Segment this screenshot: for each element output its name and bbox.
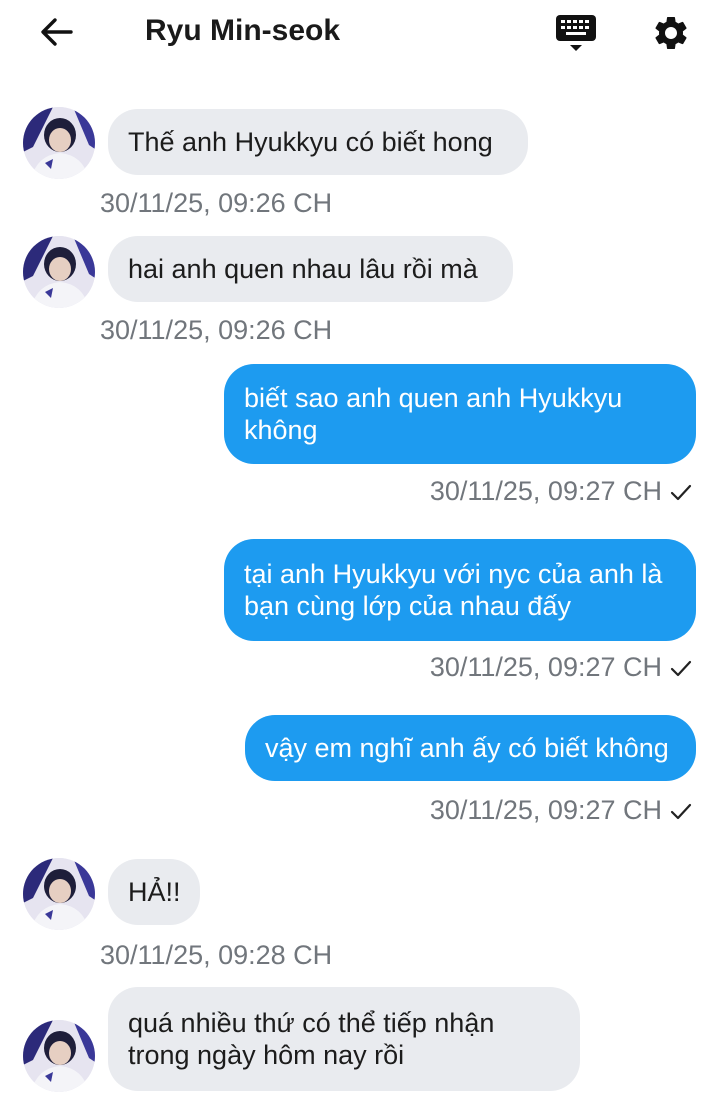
message-bubble-incoming[interactable]: quá nhiều thứ có thể tiếp nhận trong ngà… bbox=[108, 987, 580, 1091]
keyboard-button[interactable] bbox=[552, 10, 600, 56]
checkmark-icon bbox=[670, 803, 692, 819]
message-text-line: biết sao anh quen anh Hyukkyu bbox=[244, 383, 623, 413]
message-text: vậy em nghĩ anh ấy có biết không bbox=[265, 733, 669, 763]
arrow-left-icon bbox=[41, 18, 73, 46]
message-bubble-outgoing[interactable]: tại anh Hyukkyu với nyc của anh là bạn c… bbox=[224, 539, 696, 641]
keyboard-icon bbox=[556, 15, 596, 51]
checkmark-icon bbox=[670, 660, 692, 676]
avatar[interactable] bbox=[23, 107, 95, 179]
timestamp-text: 30/11/25, 09:27 CH bbox=[429, 795, 662, 825]
message-timestamp: 30/11/25, 09:26 CH bbox=[100, 188, 333, 218]
message-text-line: không bbox=[244, 415, 318, 445]
message-text: hai anh quen nhau lâu rồi mà bbox=[128, 254, 478, 284]
message-bubble-incoming[interactable]: HẢ!! bbox=[108, 859, 200, 925]
message-timestamp: 30/11/25, 09:28 CH bbox=[100, 940, 333, 970]
settings-button[interactable] bbox=[648, 10, 694, 56]
avatar[interactable] bbox=[23, 1020, 95, 1092]
message-timestamp: 30/11/25, 09:27 CH bbox=[430, 476, 692, 507]
checkmark-icon bbox=[670, 484, 692, 500]
message-bubble-incoming[interactable]: hai anh quen nhau lâu rồi mà bbox=[108, 236, 513, 302]
message-text-line: tại anh Hyukkyu với nyc của anh là bbox=[244, 559, 663, 589]
chat-header: Ryu Min-seok bbox=[0, 0, 720, 66]
timestamp-text: 30/11/25, 09:27 CH bbox=[429, 652, 662, 682]
avatar[interactable] bbox=[23, 236, 95, 308]
message-text-line: bạn cùng lớp của nhau đấy bbox=[244, 591, 571, 621]
message-text-line: trong ngày hôm nay rồi bbox=[128, 1040, 405, 1070]
gear-icon bbox=[655, 16, 687, 49]
avatar[interactable] bbox=[23, 858, 95, 930]
back-button[interactable] bbox=[32, 12, 80, 52]
message-timestamp: 30/11/25, 09:26 CH bbox=[100, 315, 333, 345]
message-bubble-incoming[interactable]: Thế anh Hyukkyu có biết hong bbox=[108, 109, 528, 175]
message-text-line: quá nhiều thứ có thể tiếp nhận bbox=[128, 1008, 495, 1038]
message-text: HẢ!! bbox=[128, 877, 181, 907]
contact-name: Ryu Min-seok bbox=[145, 14, 341, 47]
message-timestamp: 30/11/25, 09:27 CH bbox=[430, 795, 692, 826]
message-text: Thế anh Hyukkyu có biết hong bbox=[128, 127, 493, 157]
message-bubble-outgoing[interactable]: vậy em nghĩ anh ấy có biết không bbox=[245, 715, 696, 781]
message-bubble-outgoing[interactable]: biết sao anh quen anh Hyukkyu không bbox=[224, 364, 696, 464]
timestamp-text: 30/11/25, 09:27 CH bbox=[429, 476, 662, 506]
message-timestamp: 30/11/25, 09:27 CH bbox=[430, 652, 692, 683]
